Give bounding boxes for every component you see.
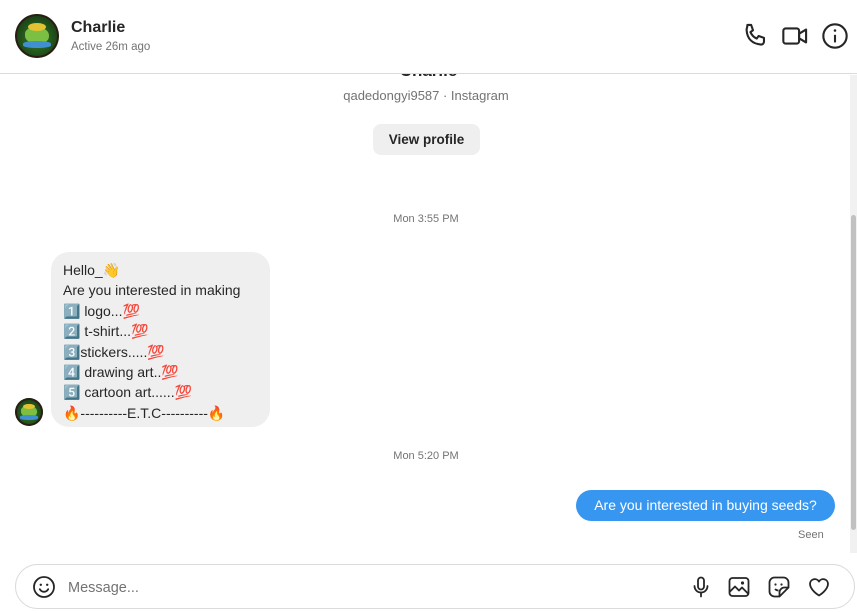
message-composer: [15, 564, 855, 609]
avatar[interactable]: [15, 14, 59, 58]
thread-scrollbar[interactable]: [850, 75, 857, 553]
message-line: Are you interested in making: [63, 282, 241, 299]
sticker-icon[interactable]: [767, 575, 791, 599]
profile-handle: qadedongyi9587 · Instagram: [343, 88, 509, 103]
message-line: 2️⃣ t-shirt...💯: [63, 323, 149, 340]
sender-avatar[interactable]: [15, 398, 43, 426]
message-timestamp: Mon 5:20 PM: [393, 450, 459, 462]
message-input[interactable]: [66, 576, 660, 600]
heart-icon[interactable]: [807, 575, 831, 599]
outgoing-message[interactable]: Are you interested in buying seeds?: [576, 490, 835, 521]
active-status: Active 26m ago: [71, 41, 151, 53]
message-line: 4️⃣ drawing art..💯: [63, 364, 179, 381]
emoji-icon[interactable]: [32, 575, 56, 599]
scrollbar-thumb[interactable]: [851, 215, 856, 530]
seen-indicator: Seen: [798, 529, 824, 541]
microphone-icon[interactable]: [689, 575, 713, 599]
contact-name[interactable]: Charlie: [71, 19, 125, 37]
message-line: 3️⃣stickers.....💯: [63, 343, 165, 360]
image-icon[interactable]: [727, 575, 751, 599]
message-timestamp: Mon 3:55 PM: [393, 213, 459, 225]
phone-icon[interactable]: [741, 22, 769, 50]
message-line: 🔥----------E.T.C----------🔥: [63, 404, 226, 421]
message-line: 5️⃣ cartoon art......💯: [63, 384, 193, 401]
message-line: Hello_👋: [63, 262, 121, 278]
conversation-header: Charlie Active 26m ago: [0, 0, 857, 74]
view-profile-button[interactable]: View profile: [373, 124, 480, 155]
video-icon[interactable]: [781, 22, 809, 50]
info-icon[interactable]: [821, 22, 849, 50]
incoming-message[interactable]: Hello_👋 Are you interested in making 1️⃣…: [51, 252, 270, 427]
message-line: 1️⃣ logo...💯: [63, 302, 140, 319]
